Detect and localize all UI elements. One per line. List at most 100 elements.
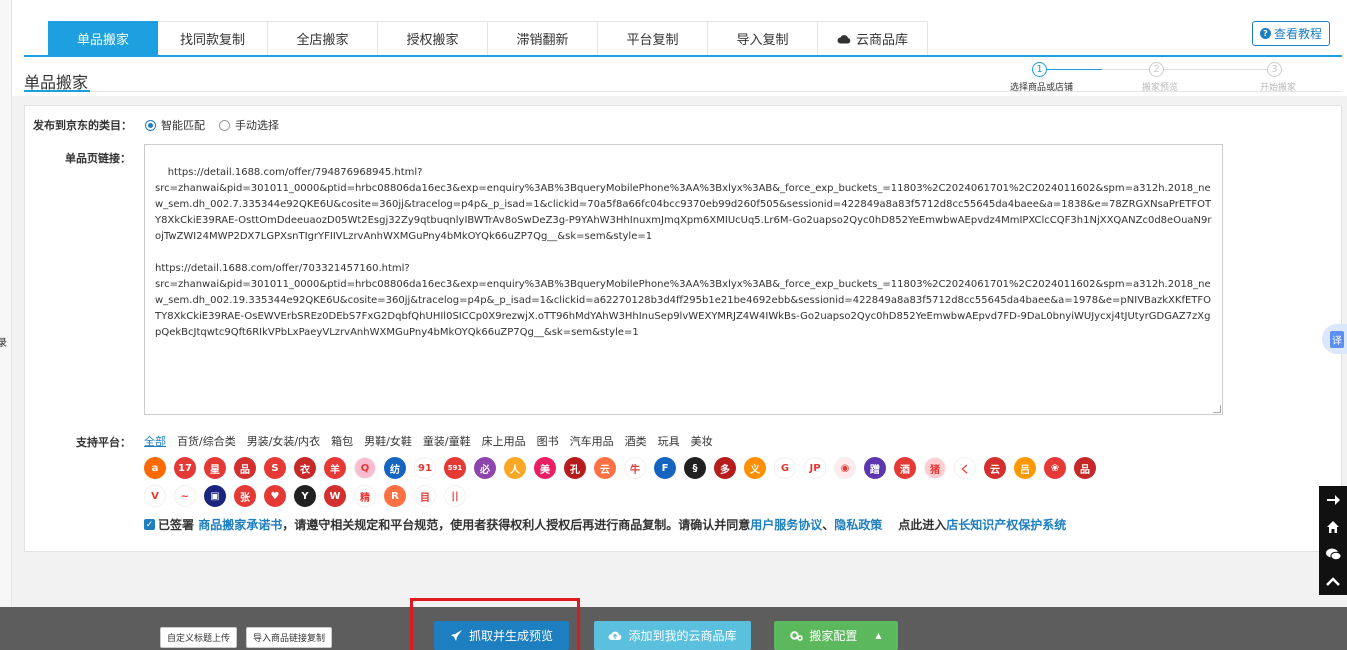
round-logo[interactable]: ◉ [834, 457, 856, 479]
1688-logo[interactable]: a [144, 457, 166, 479]
category-books[interactable]: 图书 [537, 433, 559, 449]
radio-smart-match[interactable]: 智能匹配 [145, 117, 205, 133]
agreement-separator: 、 [822, 518, 835, 532]
mei-logo[interactable]: 美 [534, 457, 556, 479]
tab-unsold-refresh[interactable]: 滞销翻新 [488, 21, 598, 56]
pinpai-logo[interactable]: 品 [234, 457, 256, 479]
import-links-button[interactable]: 导入商品链接复制 [246, 627, 333, 648]
platform-category-filter: 全部 百货/综合类 男装/女装/内衣 箱包 男鞋/女鞋 童装/童鞋 床上用品 图… [144, 433, 713, 449]
flower-logo[interactable]: ❀ [1044, 457, 1066, 479]
591-logo[interactable]: 591 [444, 457, 466, 479]
tutorial-label: 查看教程 [1273, 27, 1322, 41]
tab-import-copy[interactable]: 导入复制 [708, 21, 818, 56]
yang-logo[interactable]: 羊 [324, 457, 346, 479]
step-2-label: 搬家预览 [1142, 83, 1179, 93]
move-config-button[interactable]: 搬家配置 ▲ [774, 621, 898, 650]
yun2-logo[interactable]: 云 [984, 457, 1006, 479]
product-link-textarea[interactable]: https://detail.1688.com/offer/7948769689… [144, 144, 1223, 415]
chat-icon[interactable] [1325, 546, 1341, 562]
home-icon[interactable] [1325, 519, 1341, 535]
ip-protection-link[interactable]: 店长知识产权保护系统 [946, 516, 1066, 533]
step-line-1 [1047, 69, 1102, 70]
user-service-agreement-link[interactable]: 用户服务协议 [750, 516, 822, 533]
swirl-logo[interactable]: § [684, 457, 706, 479]
pocket-logo[interactable]: ▣ [204, 485, 226, 507]
r-logo[interactable]: R [384, 485, 406, 507]
text-logo[interactable]: 精 [354, 485, 376, 507]
mart-logo[interactable]: || [444, 485, 466, 507]
tab-single-move[interactable]: 单品搬家 [48, 21, 158, 56]
tab-cloud-library[interactable]: 云商品库 [818, 21, 928, 56]
tab-bar: 单品搬家 找同款复制 全店搬家 授权搬家 滞销翻新 平台复制 导入复制 云商品库 [48, 21, 928, 56]
zao-logo[interactable]: 蹭 [864, 457, 886, 479]
xianyu-logo[interactable]: 吕 [1014, 457, 1036, 479]
k-logo[interactable]: く [954, 457, 976, 479]
caret-up-icon[interactable]: ▲ [875, 631, 881, 640]
category-bags[interactable]: 箱包 [331, 433, 353, 449]
tab-find-same[interactable]: 找同款复制 [158, 21, 268, 56]
tab-label: 导入复制 [736, 33, 789, 48]
agreement-checkbox[interactable]: ✓ [144, 519, 155, 530]
xingzhan-logo[interactable]: 星 [204, 457, 226, 479]
g-logo[interactable]: G [774, 457, 796, 479]
pin-logo[interactable]: 品 [1074, 457, 1096, 479]
y-logo[interactable]: Y [294, 485, 316, 507]
duo-logo[interactable]: 多 [714, 457, 736, 479]
niu-logo[interactable]: 牛 [624, 457, 646, 479]
title-accent [24, 90, 90, 92]
agreement-enter-text: 点此进入 [898, 518, 947, 532]
f-logo[interactable]: F [654, 457, 676, 479]
vip-logo[interactable]: V [144, 485, 166, 507]
category-general[interactable]: 百货/综合类 [177, 433, 236, 449]
zhang-logo[interactable]: 张 [234, 485, 256, 507]
step-indicator: 1 2 3 选择商品或店铺 搬家预览 开始搬家 [1003, 62, 1323, 93]
kong-logo[interactable]: 孔 [564, 457, 586, 479]
jp-logo[interactable]: JP [804, 457, 826, 479]
yi2-logo[interactable]: 义 [744, 457, 766, 479]
category-bedding[interactable]: 床上用品 [482, 433, 526, 449]
search-logo[interactable]: Q [354, 457, 376, 479]
category-kids[interactable]: 童装/童鞋 [423, 433, 471, 449]
category-auto[interactable]: 汽车用品 [570, 433, 614, 449]
fang-logo[interactable]: 纺 [384, 457, 406, 479]
tab-platform-copy[interactable]: 平台复制 [598, 21, 708, 56]
bi-logo[interactable]: 必 [474, 457, 496, 479]
91-logo[interactable]: 91 [414, 457, 436, 479]
yun-logo[interactable]: 云 [594, 457, 616, 479]
add-to-cloud-button[interactable]: 添加到我的云商品库 [594, 621, 751, 650]
category-beauty[interactable]: 美妆 [691, 433, 713, 449]
yi-logo[interactable]: 衣 [294, 457, 316, 479]
bottom-action-bar: 自定义标题上传 导入商品链接复制 抓取并生成预览 添加到我的云商品库 搬家配置 … [0, 607, 1347, 650]
17zwd-logo[interactable]: 17 [174, 457, 196, 479]
arrow-up-icon[interactable] [1325, 573, 1341, 589]
pig-logo[interactable]: 猪 [924, 457, 946, 479]
radio-dot[interactable] [219, 119, 230, 131]
heart-logo[interactable]: ♥ [264, 485, 286, 507]
s-logo[interactable]: S [264, 457, 286, 479]
config-label: 搬家配置 [809, 629, 858, 643]
arrow-right-icon[interactable] [1325, 492, 1341, 508]
tab-whole-shop[interactable]: 全店搬家 [268, 21, 378, 56]
tab-label: 授权搬家 [406, 33, 459, 48]
category-shoes[interactable]: 男鞋/女鞋 [364, 433, 412, 449]
privacy-policy-link[interactable]: 隐私政策 [834, 516, 882, 533]
figure-logo[interactable]: 人 [504, 457, 526, 479]
step-3-label: 开始搬家 [1260, 83, 1297, 93]
translate-button[interactable]: 译 [1322, 324, 1347, 354]
category-apparel[interactable]: 男装/女装/内衣 [247, 433, 320, 449]
tab-authorized-move[interactable]: 授权搬家 [378, 21, 488, 56]
link-label: 单品页链接： [65, 152, 131, 165]
category-toys[interactable]: 玩具 [658, 433, 680, 449]
radio-manual-select[interactable]: 手动选择 [219, 117, 279, 133]
resize-handle[interactable] [1213, 405, 1221, 413]
radio-dot-checked[interactable] [145, 119, 156, 131]
frame-logo[interactable]: 目 [414, 485, 436, 507]
w-logo[interactable]: W [324, 485, 346, 507]
jiu-logo[interactable]: 酒 [894, 457, 916, 479]
commitment-link[interactable]: 商品搬家承诺书 [198, 516, 282, 533]
category-all[interactable]: 全部 [144, 433, 166, 449]
view-tutorial-button[interactable]: ? 查看教程 [1252, 21, 1330, 46]
curve-logo[interactable]: ~ [174, 485, 196, 507]
category-wine[interactable]: 酒类 [625, 433, 647, 449]
custom-title-upload-button[interactable]: 自定义标题上传 [160, 627, 238, 648]
